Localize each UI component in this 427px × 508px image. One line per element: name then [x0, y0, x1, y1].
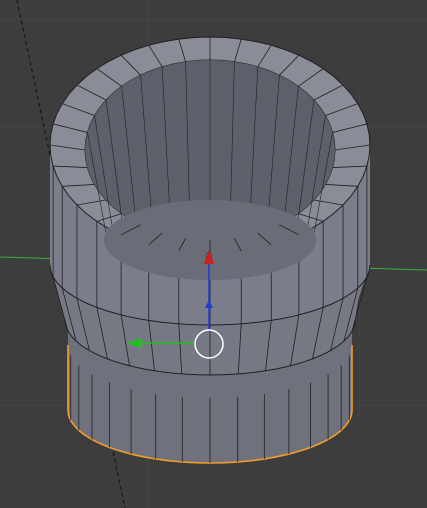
3d-viewport[interactable] [0, 0, 427, 508]
viewport-canvas[interactable] [0, 0, 427, 508]
tube-mesh[interactable] [49, 36, 371, 464]
